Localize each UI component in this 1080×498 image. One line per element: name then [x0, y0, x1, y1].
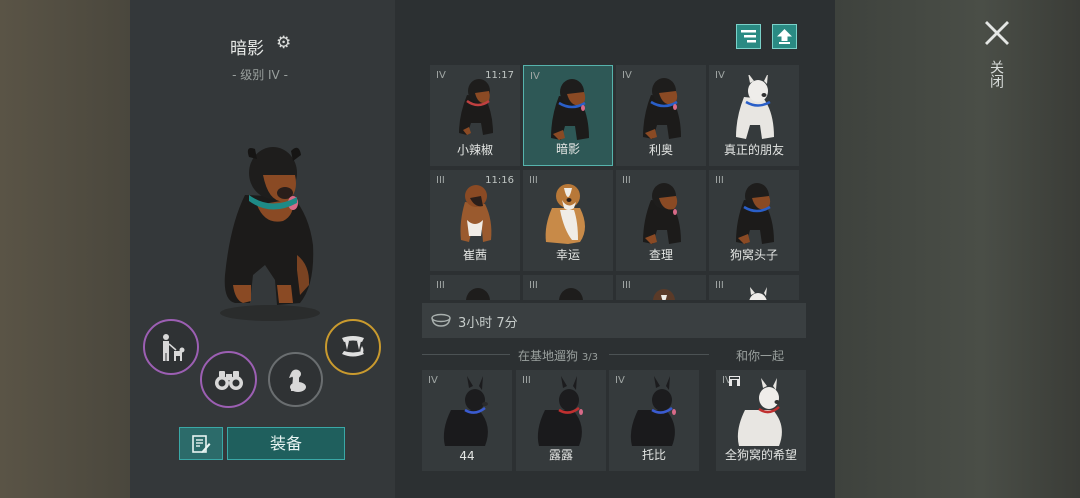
- rottweiler-portrait: [736, 183, 774, 244]
- base-walk-count: 3/3: [581, 352, 598, 363]
- white-dog-portrait: [737, 378, 782, 446]
- dog-tier: III: [622, 280, 631, 291]
- dog-tier: III: [715, 280, 724, 291]
- mixed-dog-portrait: [653, 289, 675, 300]
- arrow-up-icon: [777, 29, 792, 44]
- dog-card[interactable]: III 狗窝头子: [709, 170, 799, 271]
- dog-name-label: 真正的朋友: [723, 143, 784, 157]
- shepherd-portrait: [537, 376, 583, 446]
- dog-card[interactable]: III: [709, 275, 799, 300]
- dog-name-label: 查理: [648, 248, 673, 262]
- dog-name-label: 利奥: [648, 143, 673, 157]
- binoculars-icon: [214, 370, 243, 390]
- white-dog-portrait: [736, 75, 774, 139]
- dog-card[interactable]: III 幸运: [523, 170, 613, 271]
- shepherd-portrait: [443, 376, 488, 446]
- dog-name-label: 露露: [548, 448, 573, 462]
- dog-card[interactable]: IV 11:17 小辣椒: [430, 65, 520, 166]
- dog-tier: III: [436, 280, 445, 291]
- walk-ability-button[interactable]: [143, 319, 199, 375]
- dog-card[interactable]: III: [430, 275, 520, 300]
- close-label[interactable]: 关闭: [988, 60, 1004, 88]
- dog-name-label: 崔茜: [462, 248, 487, 262]
- person-with-dog-icon: [163, 334, 185, 361]
- dog-tier: III: [436, 175, 445, 186]
- base-walk-label: 在基地遛狗 3/3: [518, 347, 598, 364]
- dog-card-selected[interactable]: IV 暗影: [523, 65, 613, 166]
- divider-line: [422, 354, 510, 355]
- dog-tier: III: [715, 175, 724, 186]
- boxer-portrait: [460, 185, 492, 242]
- base-walk-title: 在基地遛狗: [518, 349, 579, 363]
- equip-button[interactable]: 装备: [227, 427, 345, 460]
- upgrade-button[interactable]: [772, 24, 797, 49]
- rottweiler-portrait: [459, 79, 493, 135]
- base-dog-card[interactable]: IV 托比: [609, 370, 699, 471]
- rottweiler-portrait: [643, 78, 681, 139]
- base-dog-card[interactable]: IV 44: [422, 370, 512, 471]
- rename-button[interactable]: [179, 427, 223, 460]
- divider-line: [609, 354, 709, 355]
- rottweiler-portrait: [466, 288, 490, 300]
- dog-tier: III: [529, 280, 538, 291]
- notepad-edit-icon: [192, 434, 211, 453]
- companion-dog-card[interactable]: IV 全狗窝的希望: [716, 370, 806, 471]
- dog-name-label: 托比: [641, 448, 666, 462]
- dog-card[interactable]: III 查理: [616, 170, 706, 271]
- feeding-timer-bar: 3小时 7分: [422, 303, 806, 338]
- with-you-label: 和你一起: [736, 349, 785, 363]
- rottweiler-portrait: [559, 288, 583, 300]
- gear-icon[interactable]: ⚙: [276, 34, 294, 52]
- background-left: [0, 0, 130, 498]
- st-bernard-portrait: [545, 184, 585, 244]
- rottweiler-portrait: [643, 183, 681, 244]
- fangs-icon: [342, 336, 364, 357]
- sort-button[interactable]: [736, 24, 761, 49]
- dog-card[interactable]: III: [523, 275, 613, 300]
- dog-portrait: [220, 147, 320, 321]
- shepherd-portrait: [630, 376, 676, 446]
- dog-tier: III: [622, 175, 631, 186]
- timer-text: 3小时 7分: [458, 316, 518, 331]
- dog-name-label: 幸运: [555, 248, 580, 262]
- rottweiler-portrait: [551, 79, 589, 140]
- close-icon[interactable]: [982, 18, 1012, 48]
- dog-level: - 级别 IV -: [232, 68, 288, 82]
- dog-grid: IV 11:17 小辣椒 IV 暗影 IV 利奥 IV 真正的朋友 III 11…: [430, 65, 802, 300]
- dog-card[interactable]: IV 利奥: [616, 65, 706, 166]
- dog-name-label: 44: [459, 449, 475, 463]
- dog-name-label: 狗窝头子: [729, 248, 778, 262]
- sit-ability-button[interactable]: [268, 352, 323, 407]
- dog-name-label: 暗影: [555, 142, 580, 156]
- dog-tier: III: [529, 175, 538, 186]
- attack-ability-button[interactable]: [325, 319, 381, 375]
- dog-bowl-icon: [431, 313, 451, 327]
- dog-name: 暗影: [230, 39, 264, 59]
- dog-card[interactable]: III 11:16 崔茜: [430, 170, 520, 271]
- sitting-dog-icon: [288, 369, 306, 392]
- base-dog-card[interactable]: III 露露: [516, 370, 606, 471]
- dog-card[interactable]: IV 真正的朋友: [709, 65, 799, 166]
- scout-ability-button[interactable]: [200, 351, 257, 408]
- dog-name-label: 小辣椒: [456, 143, 493, 157]
- background-right: [835, 0, 1080, 498]
- dog-name-label: 全狗窝的希望: [724, 448, 797, 462]
- dog-card[interactable]: III: [616, 275, 706, 300]
- white-dog-portrait: [749, 287, 767, 300]
- sort-icon: [741, 30, 756, 43]
